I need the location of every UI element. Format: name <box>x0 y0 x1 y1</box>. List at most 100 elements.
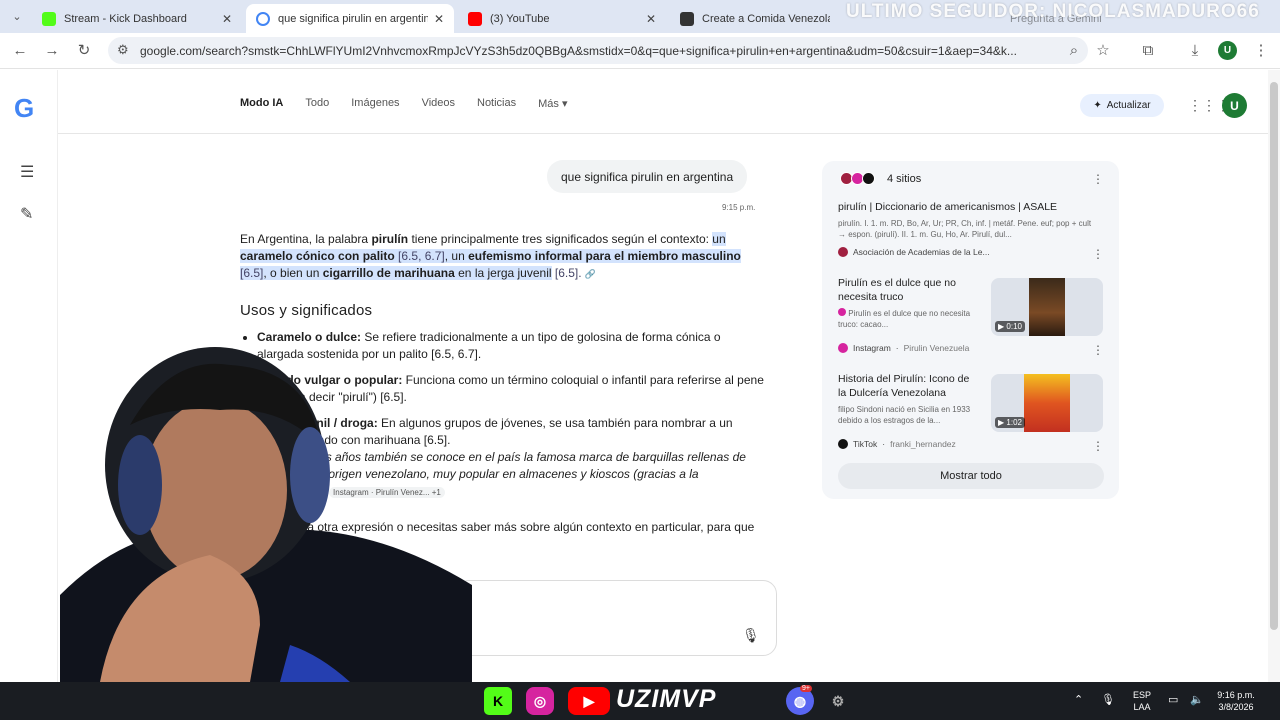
windows-taskbar: K ◎ ▶ UZIMVP ◍ 9+ ⚙ ⌃ 🎙 ESP LAA ▭ 🔈 9:16… <box>0 682 1280 720</box>
show-all-button[interactable]: Mostrar todo <box>838 463 1104 489</box>
microphone-icon[interactable]: 🎙 <box>742 627 760 644</box>
clock[interactable]: 9:16 p.m. 3/8/2026 <box>1212 689 1260 713</box>
separator: · <box>882 439 886 449</box>
tab-youtube[interactable]: (3) YouTube ✕ <box>458 4 666 33</box>
tab-title: Create a Comida Venezolana T <box>702 12 830 25</box>
tab-kick[interactable]: Stream - Kick Dashboard ✕ <box>32 4 242 33</box>
update-button[interactable]: ✦ Actualizar <box>1080 94 1164 117</box>
source-card-title[interactable]: pirulín | Diccionario de americanismos |… <box>838 200 1098 214</box>
profile-avatar[interactable]: U <box>1218 41 1237 60</box>
video-thumbnail[interactable]: ▶ 0:10 <box>991 278 1103 336</box>
tab-news[interactable]: Noticias <box>477 97 516 110</box>
stream-overlay-text: ULTIMO SEGUIDOR: NICOLASMADURO66 <box>846 1 1260 22</box>
network-icon[interactable]: ▭ <box>1168 694 1178 706</box>
instagram-app-icon[interactable]: ◎ <box>526 687 554 715</box>
tab-ai-mode[interactable]: Modo IA <box>240 97 283 110</box>
search-nav: Modo IA Todo Imágenes Videos Noticias Má… <box>240 97 567 110</box>
reload-icon[interactable]: ↻ <box>73 39 95 61</box>
tab-images[interactable]: Imágenes <box>351 97 399 110</box>
tab-more[interactable]: Más ▾ <box>538 97 567 110</box>
youtube-app-icon[interactable]: ▶ <box>568 687 610 715</box>
more-options-icon[interactable]: ⋮ <box>1092 172 1104 186</box>
youtube-favicon-icon <box>468 11 482 26</box>
link-icon[interactable]: 🔗 <box>585 269 596 279</box>
more-options-icon[interactable]: ⋮ <box>1092 439 1104 453</box>
google-favicon-icon <box>256 11 270 26</box>
menu-icon[interactable]: ⋮ <box>1250 39 1272 61</box>
tab-strip: ⌄ Stream - Kick Dashboard ✕ que signific… <box>0 0 1280 33</box>
tiktok-favicon-icon <box>862 172 875 185</box>
close-icon[interactable]: ✕ <box>222 12 232 26</box>
intro-term: pirulín <box>371 232 409 246</box>
instagram-favicon-icon <box>838 308 846 316</box>
source-favicons <box>840 172 875 185</box>
language-indicator[interactable]: ESP LAA <box>1128 689 1156 713</box>
scrollbar-thumb[interactable] <box>1270 82 1278 630</box>
more-options-icon[interactable]: ⋮ <box>1092 343 1104 357</box>
browser-toolbar: ← → ↻ ⚙ google.com/search?smstk=ChhLWFlY… <box>0 33 1280 69</box>
video-duration: ▶ 0:10 <box>995 321 1025 332</box>
zoom-icon[interactable]: ⌕ <box>1063 39 1085 61</box>
source-handle: Pirulin Venezuela <box>903 343 970 353</box>
tab-videos[interactable]: Videos <box>422 97 455 110</box>
forward-icon[interactable]: → <box>41 39 63 61</box>
citation-ref[interactable]: [6.5]. <box>552 266 582 280</box>
more-options-icon[interactable]: ⋮ <box>1092 247 1104 261</box>
instagram-favicon-icon <box>838 343 848 353</box>
intro-text: tiene principalmente tres significados s… <box>408 232 713 246</box>
play-icon: ▶ <box>998 322 1005 331</box>
sparkle-icon: ✦ <box>1093 100 1102 111</box>
answer-intro: En Argentina, la palabra pirulín tiene p… <box>240 231 765 283</box>
section-heading: Usos y significados <box>240 302 373 319</box>
source-card-title[interactable]: Pirulín es el dulce que no necesita truc… <box>838 276 978 304</box>
google-logo-icon[interactable]: G <box>14 93 34 124</box>
tiktok-favicon-icon <box>838 439 848 449</box>
close-icon[interactable]: ✕ <box>646 12 656 26</box>
more-label: Más <box>538 98 559 110</box>
lang-layout: LAA <box>1133 702 1151 712</box>
address-bar[interactable]: ⚙ google.com/search?smstk=ChhLWFlYUmI2Vn… <box>108 37 1088 64</box>
profile-avatar[interactable]: U <box>1222 93 1247 118</box>
close-icon[interactable]: ✕ <box>434 12 444 26</box>
source-name: Asociación de Academias de la Le... <box>853 247 990 257</box>
hl-term: caramelo cónico con palito <box>240 249 395 263</box>
extensions-icon[interactable]: ⧉ <box>1137 39 1159 61</box>
site-info-icon[interactable]: ⚙ <box>117 42 129 58</box>
streamer-brand-text: UZIMVP <box>616 685 717 713</box>
page-favicon-icon <box>680 11 694 26</box>
back-icon[interactable]: ← <box>9 39 31 61</box>
new-chat-icon[interactable]: ✎ <box>20 204 33 224</box>
downloads-icon[interactable]: ⤓ <box>1184 39 1206 61</box>
duration-text: 0:10 <box>1006 322 1022 331</box>
user-query-bubble: que significa pirulin en argentina <box>547 160 748 193</box>
history-icon[interactable]: ☰ <box>20 162 34 182</box>
video-thumbnail[interactable]: ▶ 1:02 <box>991 374 1103 432</box>
header-divider <box>58 133 1268 134</box>
page-scrollbar[interactable] <box>1268 70 1280 682</box>
source-name: TikTok <box>853 439 878 449</box>
tab-all[interactable]: Todo <box>305 97 329 110</box>
source-card-source: TikTok · franki_hernandez <box>838 439 956 449</box>
webcam-overlay <box>60 345 472 682</box>
microphone-tray-icon[interactable]: 🎙 <box>1101 694 1115 706</box>
source-card-title[interactable]: Historia del Pirulín: Icono de la Dulcer… <box>838 372 978 400</box>
tab-create[interactable]: Create a Comida Venezolana T <box>670 4 840 33</box>
duration-text: 1:02 <box>1006 418 1022 427</box>
citation-ref[interactable]: [6.5] <box>240 266 263 280</box>
settings-app-icon[interactable]: ⚙ <box>824 687 852 715</box>
tab-title: Stream - Kick Dashboard <box>64 12 187 25</box>
sources-count[interactable]: 4 sitios <box>887 173 921 185</box>
kick-app-icon[interactable]: K <box>484 687 512 715</box>
source-card-source: Asociación de Academias de la Le... <box>838 247 990 257</box>
citation-ref[interactable]: [6.5, 6.7] <box>395 249 445 263</box>
bookmark-star-icon[interactable]: ☆ <box>1092 39 1114 61</box>
source-handle: franki_hernandez <box>890 439 956 449</box>
follow-up-input[interactable]: 🎙 <box>455 580 777 656</box>
volume-icon[interactable]: 🔈 <box>1190 694 1204 706</box>
hl-text: , o bien un <box>263 266 323 280</box>
tab-google[interactable]: que significa pirulin en argentina ✕ <box>246 4 454 33</box>
tab-search-icon[interactable]: ⌄ <box>6 5 28 27</box>
tray-chevron-icon[interactable]: ⌃ <box>1074 694 1083 706</box>
notification-badge: 9+ <box>800 685 812 692</box>
hl-text: en la jerga juvenil <box>454 266 552 280</box>
